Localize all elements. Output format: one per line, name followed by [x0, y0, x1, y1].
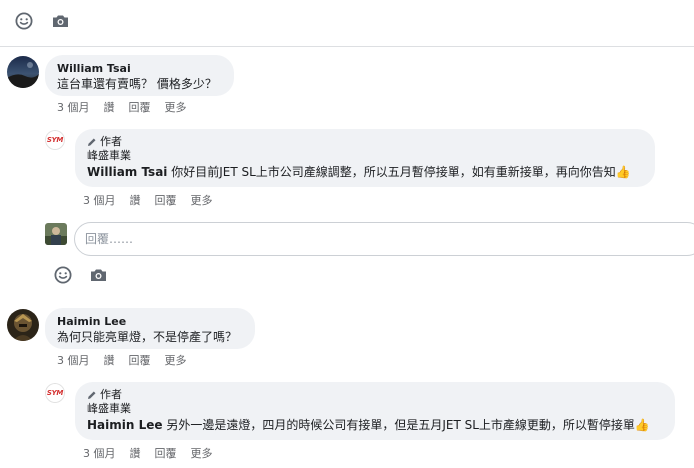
more-button[interactable]: 更多 [191, 445, 213, 461]
reply-button[interactable]: 回覆 [129, 99, 151, 115]
pencil-icon [88, 391, 96, 399]
avatar[interactable] [7, 309, 39, 341]
timestamp[interactable]: 3 個月 [57, 352, 90, 368]
timestamp[interactable]: 3 個月 [83, 445, 116, 461]
emoji-icon [15, 12, 33, 30]
comment-text: 這台車還有賣嗎？ 價格多少？ [57, 77, 217, 91]
comment-actions: 3 個月 讚 回覆 更多 [57, 352, 201, 368]
author-badge: 作者 [87, 388, 663, 402]
reply-input[interactable] [83, 231, 647, 247]
page-name[interactable]: 峰盛車業 [87, 402, 663, 416]
reply-emoji-button[interactable] [52, 264, 74, 286]
reply-text: William Tsai 你好目前JET SL上市公司產線調整，所以五月暫停接單… [87, 165, 631, 179]
reply-actions: 3 個月 讚 回覆 更多 [83, 445, 227, 461]
more-button[interactable]: 更多 [165, 99, 187, 115]
comment-text: 為何只能亮單燈，不是停產了嗎？ [57, 330, 238, 344]
page-avatar[interactable]: SYM [45, 383, 65, 403]
thumbs-up-icon: 👍 [634, 418, 650, 432]
comment-author[interactable]: William Tsai [57, 62, 222, 76]
reply-bubble: 作者 峰盛車業 William Tsai 你好目前JET SL上市公司產線調整，… [75, 129, 655, 187]
comment-bubble: Haimin Lee 為何只能亮單燈，不是停產了嗎？ [45, 308, 255, 349]
emoji-button[interactable] [13, 10, 35, 32]
like-button[interactable]: 讚 [130, 192, 141, 208]
mention[interactable]: William Tsai [87, 165, 167, 179]
more-button[interactable]: 更多 [165, 352, 187, 368]
divider [0, 46, 694, 47]
comment-bubble: William Tsai 這台車還有賣嗎？ 價格多少？ [45, 55, 234, 96]
like-button[interactable]: 讚 [130, 445, 141, 461]
sym-logo: SYM [45, 130, 65, 150]
reply-text: Haimin Lee 另外一邊是遠燈，四月的時候公司有接單，但是五月JET SL… [87, 418, 650, 432]
comment-actions: 3 個月 讚 回覆 更多 [57, 99, 201, 115]
timestamp[interactable]: 3 個月 [57, 99, 90, 115]
camera-icon [90, 269, 106, 281]
reply-actions: 3 個月 讚 回覆 更多 [83, 192, 227, 208]
reply-button[interactable]: 回覆 [155, 445, 177, 461]
emoji-icon [54, 266, 72, 284]
comment-author[interactable]: Haimin Lee [57, 315, 243, 329]
author-badge: 作者 [87, 135, 643, 149]
like-button[interactable]: 讚 [104, 352, 115, 368]
page-name[interactable]: 峰盛車業 [87, 149, 643, 163]
camera-button[interactable] [49, 10, 71, 32]
camera-icon [52, 15, 68, 27]
timestamp[interactable]: 3 個月 [83, 192, 116, 208]
user-avatar [45, 223, 67, 245]
pencil-icon [88, 138, 96, 146]
reply-button[interactable]: 回覆 [129, 352, 151, 368]
more-button[interactable]: 更多 [191, 192, 213, 208]
avatar[interactable] [7, 56, 39, 88]
mention[interactable]: Haimin Lee [87, 418, 163, 432]
like-button[interactable]: 讚 [104, 99, 115, 115]
page-avatar[interactable]: SYM [45, 130, 65, 150]
reply-input-box[interactable] [74, 222, 694, 256]
reply-camera-button[interactable] [87, 264, 109, 286]
reply-button[interactable]: 回覆 [155, 192, 177, 208]
thumbs-up-icon: 👍 [615, 165, 631, 179]
sym-logo: SYM [45, 383, 65, 403]
reply-bubble: 作者 峰盛車業 Haimin Lee 另外一邊是遠燈，四月的時候公司有接單，但是… [75, 382, 675, 440]
